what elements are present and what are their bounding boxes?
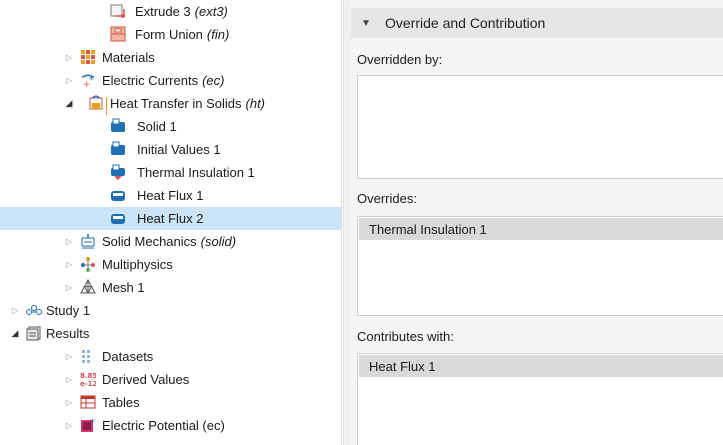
svg-text:e-12: e-12 (80, 380, 96, 387)
tree-item-tag: (ext3) (194, 4, 228, 19)
tree-item-label: Materials (102, 50, 155, 65)
svg-text:8.85: 8.85 (80, 372, 96, 380)
tree-item-label: Multiphysics (102, 257, 173, 272)
expand-arrow-icon[interactable]: ▷ (64, 391, 74, 414)
plot-group-icon: * (80, 417, 96, 433)
section-title: Override and Contribution (385, 15, 546, 31)
heat-flux-icon (110, 187, 126, 203)
section-header-override-and-contribution[interactable]: ▼ Override and Contribution (351, 8, 723, 38)
overridden-by-label: Overridden by: (357, 52, 443, 67)
tree-guide-line (106, 97, 107, 115)
tree-item-electric-currents[interactable]: ▷ + * Electric Currents (ec) (0, 69, 341, 92)
heat-transfer-icon (88, 95, 104, 111)
tree-item-tag: (solid) (200, 234, 237, 249)
collapse-arrow-icon[interactable]: ◢ (64, 92, 74, 115)
tree-item-heat-flux-2[interactable]: Heat Flux 2 (0, 207, 341, 230)
tree-item-label: Heat Flux 1 (137, 188, 204, 203)
tree-item-thermal-insulation-1[interactable]: Thermal Insulation 1 (0, 161, 341, 184)
electric-currents-icon: + * (80, 72, 96, 90)
materials-icon (80, 49, 96, 65)
tree-item-heat-transfer-in-solids[interactable]: ◢ Heat Transfer in Solids (ht) (0, 92, 341, 115)
tree-item-label: Solid Mechanics (102, 234, 197, 249)
tree-item-tag: (fin) (206, 27, 230, 42)
expand-arrow-icon[interactable]: ▷ (10, 299, 20, 322)
multiphysics-icon (80, 256, 96, 272)
tree-item-label: Thermal Insulation 1 (137, 165, 255, 180)
tree-item-solid-1[interactable]: Solid 1 (0, 115, 341, 138)
tree-item-derived-values[interactable]: ▷ 8.85 e-12 Derived Values (0, 368, 341, 391)
collapse-arrow-icon[interactable]: ▼ (361, 18, 371, 29)
overridden-by-list[interactable] (357, 75, 723, 179)
panel-divider (341, 0, 342, 445)
overrides-label: Overrides: (357, 191, 417, 206)
tree-item-study-1[interactable]: ▷ Study 1 (0, 299, 341, 322)
results-icon (26, 325, 42, 341)
tree-item-initial-values-1[interactable]: Initial Values 1 (0, 138, 341, 161)
tree-item-results[interactable]: ◢ Results (0, 322, 341, 345)
tree-item-label: Datasets (102, 349, 154, 364)
extrude-icon (110, 3, 126, 19)
tree-item-tag: (ht) (245, 96, 266, 111)
expand-arrow-icon[interactable]: ▷ (64, 345, 74, 368)
solid-mechanics-icon (80, 233, 96, 249)
tree-item-label: Initial Values 1 (137, 142, 221, 157)
tree-item-heat-flux-1[interactable]: Heat Flux 1 (0, 184, 341, 207)
expand-arrow-icon[interactable]: ▷ (64, 253, 74, 276)
overrides-list[interactable]: Thermal Insulation 1 (357, 216, 723, 316)
tree-item-mesh-1[interactable]: ▷ Mesh 1 (0, 276, 341, 299)
tree-item-label: Heat Transfer in Solids (110, 96, 242, 111)
tree-item-label: Study 1 (46, 303, 91, 318)
settings-panel: ▼ Override and Contribution Overridden b… (351, 0, 723, 445)
tree-item-electric-potential[interactable]: ▷ * Electric Potential (ec) (0, 414, 341, 437)
contributes-with-label: Contributes with: (357, 329, 454, 344)
tree-item-label: Electric Potential (ec) (102, 418, 225, 433)
datasets-icon (80, 348, 96, 364)
derived-values-icon: 8.85 e-12 (80, 371, 98, 388)
tree-item-label: Extrude 3 (135, 4, 191, 19)
svg-text:*: * (89, 75, 94, 86)
tree-item-label: Mesh 1 (102, 280, 145, 295)
tree-item-materials[interactable]: ▷ Materials (0, 46, 341, 69)
tree-item-multiphysics[interactable]: ▷ Multiphysics (0, 253, 341, 276)
panel-splitter[interactable] (343, 0, 351, 445)
tree-item-label: Form Union (135, 27, 203, 42)
tree-item-label: Electric Currents (102, 73, 199, 88)
tables-icon (80, 394, 96, 410)
solid-icon (110, 118, 126, 134)
tree-item-label: Derived Values (102, 372, 190, 387)
tree-item-label: Tables (102, 395, 140, 410)
expand-arrow-icon[interactable]: ▷ (64, 414, 74, 437)
collapse-arrow-icon[interactable]: ◢ (10, 322, 20, 345)
tree-item-label: Heat Flux 2 (137, 211, 204, 226)
tree-item-datasets[interactable]: ▷ Datasets (0, 345, 341, 368)
expand-arrow-icon[interactable]: ▷ (64, 276, 74, 299)
thermal-insulation-icon (110, 164, 126, 180)
tree-item-label: Results (46, 326, 90, 341)
tree-item-tag: (ec) (202, 73, 225, 88)
tree-item-tables[interactable]: ▷ Tables (0, 391, 341, 414)
tree-item-form-union[interactable]: Form Union (fin) (0, 23, 341, 46)
expand-arrow-icon[interactable]: ▷ (64, 69, 74, 92)
model-builder-tree: Extrude 3 (ext3) Form Union (fin) ▷ Materi… (0, 0, 341, 445)
expand-arrow-icon[interactable]: ▷ (64, 46, 74, 69)
list-item[interactable]: Thermal Insulation 1 (359, 218, 723, 240)
form-union-icon (110, 26, 126, 42)
heat-flux-icon (110, 210, 126, 226)
contributes-with-list[interactable]: Heat Flux 1 (357, 353, 723, 445)
tree-item-label: Solid 1 (137, 119, 177, 134)
study-icon (26, 302, 42, 318)
initial-values-icon (110, 141, 126, 157)
tree-item-solid-mechanics[interactable]: ▷ Solid Mechanics (solid) (0, 230, 341, 253)
svg-text:*: * (90, 418, 95, 428)
expand-arrow-icon[interactable]: ▷ (64, 230, 74, 253)
expand-arrow-icon[interactable]: ▷ (64, 368, 74, 391)
mesh-icon (80, 278, 96, 295)
list-item[interactable]: Heat Flux 1 (359, 355, 723, 377)
tree-item-extrude-3[interactable]: Extrude 3 (ext3) (0, 0, 341, 23)
